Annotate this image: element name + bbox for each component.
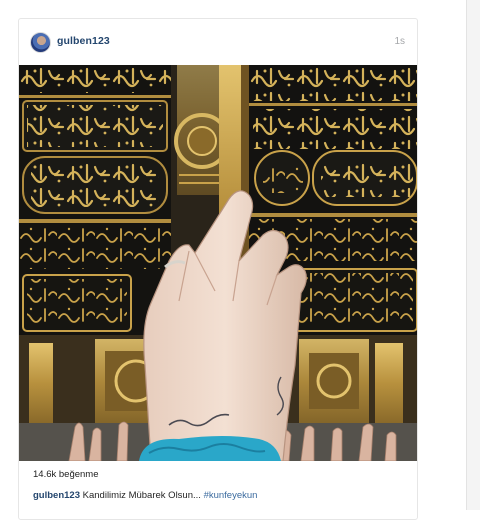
caption-text: Kandilimiz Mübarek Olsun... xyxy=(82,490,201,501)
avatar[interactable] xyxy=(30,32,51,53)
post-timestamp[interactable]: 1s xyxy=(394,36,405,47)
caption-hashtag[interactable]: #kunfeyekun xyxy=(204,490,258,501)
page-scrollbar[interactable] xyxy=(466,0,480,510)
post-card: gulben123 1s 14.6k beğenme gulben123 Kan… xyxy=(18,18,418,520)
post-username[interactable]: gulben123 xyxy=(57,35,110,47)
post-header: gulben123 1s xyxy=(19,19,417,65)
post-photo[interactable] xyxy=(19,65,417,461)
caption-username[interactable]: gulben123 xyxy=(33,490,80,501)
likes-count[interactable]: 14.6k beğenme xyxy=(33,469,99,480)
post-caption: gulben123 Kandilimiz Mübarek Olsun... #k… xyxy=(33,490,257,501)
photo-illustration xyxy=(19,65,417,461)
